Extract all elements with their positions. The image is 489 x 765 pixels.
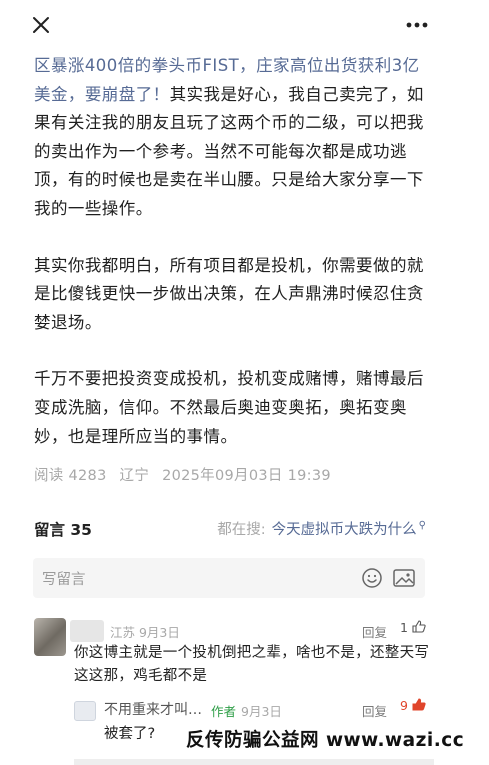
publish-datetime: 2025年09月03日 19:39 (162, 468, 331, 484)
reply-text: 被套了? (104, 726, 156, 742)
article-paragraph: 千万不要把投资变成投机，投机变成赌博，赌博最后变成洗脑，信仰。不然最后奥迪变奥拓… (34, 369, 424, 446)
article-body: 区暴涨400倍的拳头币FIST，庄家高位出货获利3亿美金，要崩盘了！其实我是好心… (34, 52, 434, 479)
comment-text: 你这博主就是一个投机倒把之辈，啥也不是，还整天写这这那，鸡毛都不是 (74, 645, 430, 684)
like-button[interactable]: 9 (400, 698, 426, 713)
comments-header: 留言 35 都在搜: 今天虚拟币大跌为什么 ⚲ (34, 516, 426, 540)
reply-button[interactable]: 回复 (362, 701, 387, 720)
reply-button[interactable]: 回复 (362, 622, 387, 641)
thumbs-up-filled-icon (412, 698, 426, 711)
like-button[interactable]: 1 (400, 620, 426, 635)
like-count: 9 (400, 698, 408, 713)
ip-location: 辽宁 (119, 468, 150, 484)
image-icon[interactable] (392, 567, 416, 589)
article-paragraph: 其实你我都明白，所有项目都是投机，你需要做的就是比傻钱更快一步做出决策，在人声鼎… (34, 255, 424, 332)
close-icon[interactable] (28, 12, 54, 38)
reply-date: 9月3日 (241, 704, 282, 719)
emoji-icon[interactable] (361, 567, 383, 589)
trending-search-query[interactable]: 今天虚拟币大跌为什么 (272, 522, 417, 538)
like-count: 1 (400, 620, 408, 635)
search-icon: ⚲ (418, 520, 426, 532)
thumbs-up-icon (412, 620, 426, 633)
avatar[interactable] (34, 618, 66, 656)
article-paragraph: 区暴涨400倍的拳头币FIST，庄家高位出货获利3亿美金，要崩盘了！其实我是好心… (34, 52, 434, 224)
next-comment-partial (74, 759, 434, 765)
watermark: 反传防骗公益网 www.wazi.cc (186, 730, 465, 751)
comment-location-date: 江苏 9月3日 (110, 625, 180, 640)
top-bar (0, 0, 489, 48)
commenter-name-blurred (70, 620, 104, 642)
reply-author-name: 不用重来才叫… (104, 702, 202, 718)
comment-placeholder: 写留言 (42, 572, 86, 588)
avatar[interactable] (74, 701, 96, 721)
comment-input[interactable]: 写留言 (33, 558, 425, 598)
author-badge: 作者 (211, 704, 237, 719)
paragraph-text: 其实我是好心，我自己卖完了，如果有关注我的朋友且玩了这两个币的二级，可以把我的卖… (34, 84, 424, 218)
article-meta: 阅读 4283 辽宁 2025年09月03日 19:39 (34, 464, 339, 485)
more-dots-icon[interactable] (402, 12, 432, 38)
trending-search-label: 都在搜: (217, 522, 266, 538)
read-count: 阅读 4283 (34, 468, 107, 484)
trending-search[interactable]: 都在搜: 今天虚拟币大跌为什么 ⚲ (217, 518, 426, 539)
comments-count-title: 留言 35 (34, 521, 92, 539)
